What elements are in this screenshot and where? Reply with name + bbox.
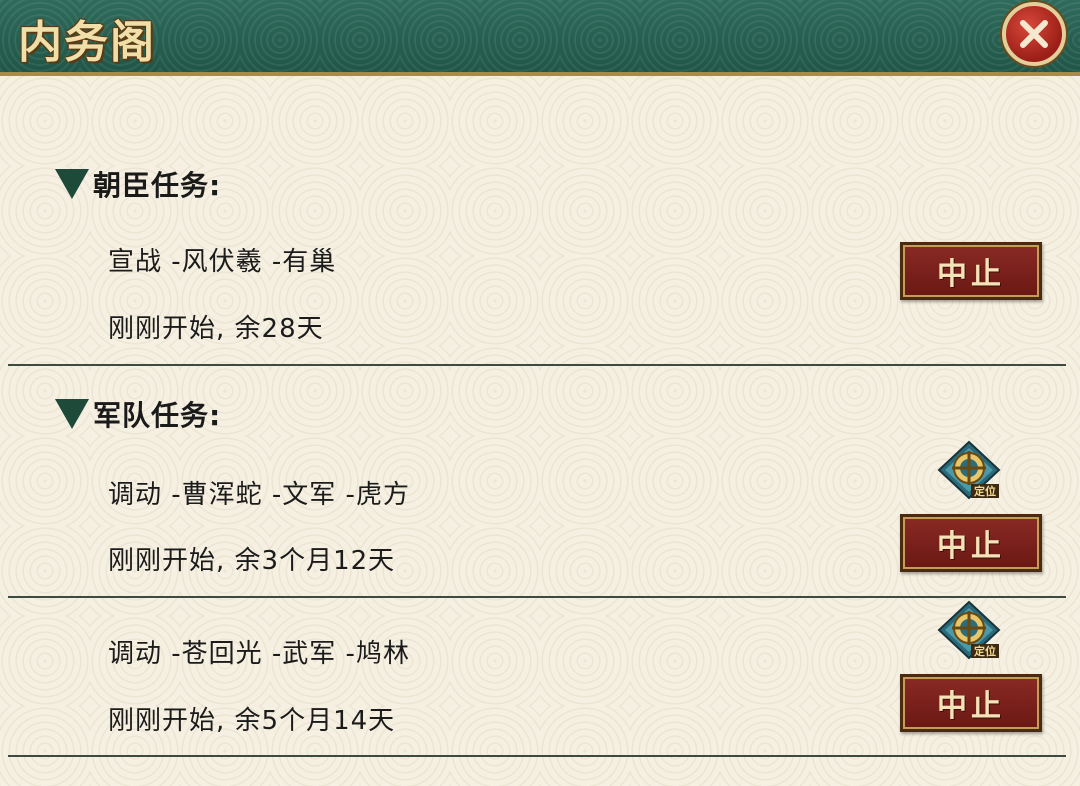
- stop-button[interactable]: 中止: [900, 514, 1042, 572]
- stop-button[interactable]: 中止: [900, 242, 1042, 300]
- stop-button[interactable]: 中止: [900, 674, 1042, 732]
- divider: [8, 364, 1066, 366]
- task-status: 刚刚开始, 余3个月12天: [108, 546, 396, 576]
- close-x-icon: [1020, 20, 1048, 48]
- task-description: 宣战 -风伏羲 -有巢: [108, 247, 337, 277]
- section-title: 军队任务:: [93, 399, 222, 432]
- divider: [8, 755, 1066, 757]
- collapse-triangle-icon: [55, 399, 89, 429]
- section-header-army-tasks[interactable]: 军队任务:: [55, 394, 221, 434]
- divider: [8, 596, 1066, 598]
- locate-button[interactable]: 定位: [935, 440, 1003, 502]
- window-title: 内务阁: [18, 17, 156, 68]
- task-description: 调动 -曹浑蛇 -文军 -虎方: [108, 480, 410, 510]
- locate-button[interactable]: 定位: [935, 600, 1003, 662]
- collapse-triangle-icon: [55, 169, 89, 199]
- close-button[interactable]: [1002, 2, 1066, 66]
- locate-label: 定位: [974, 484, 996, 498]
- task-status: 刚刚开始, 余5个月14天: [108, 706, 396, 736]
- task-list: 朝臣任务: 宣战 -风伏羲 -有巢 刚刚开始, 余28天 中止 军队任务: 调动…: [0, 76, 1080, 786]
- crosshair-locate-icon: 定位: [937, 440, 1001, 500]
- section-header-minister-tasks[interactable]: 朝臣任务:: [55, 164, 221, 204]
- crosshair-locate-icon: 定位: [937, 600, 1001, 660]
- section-title: 朝臣任务:: [93, 169, 222, 202]
- window-header: 内务阁: [0, 0, 1080, 76]
- locate-label: 定位: [974, 644, 996, 658]
- inner-affairs-window: 内务阁 朝臣任务: 宣战 -风伏羲 -有巢 刚刚开始, 余28天 中止 军队任务…: [0, 0, 1080, 786]
- task-status: 刚刚开始, 余28天: [108, 314, 324, 344]
- task-description: 调动 -苍回光 -武军 -鸠林: [108, 639, 410, 669]
